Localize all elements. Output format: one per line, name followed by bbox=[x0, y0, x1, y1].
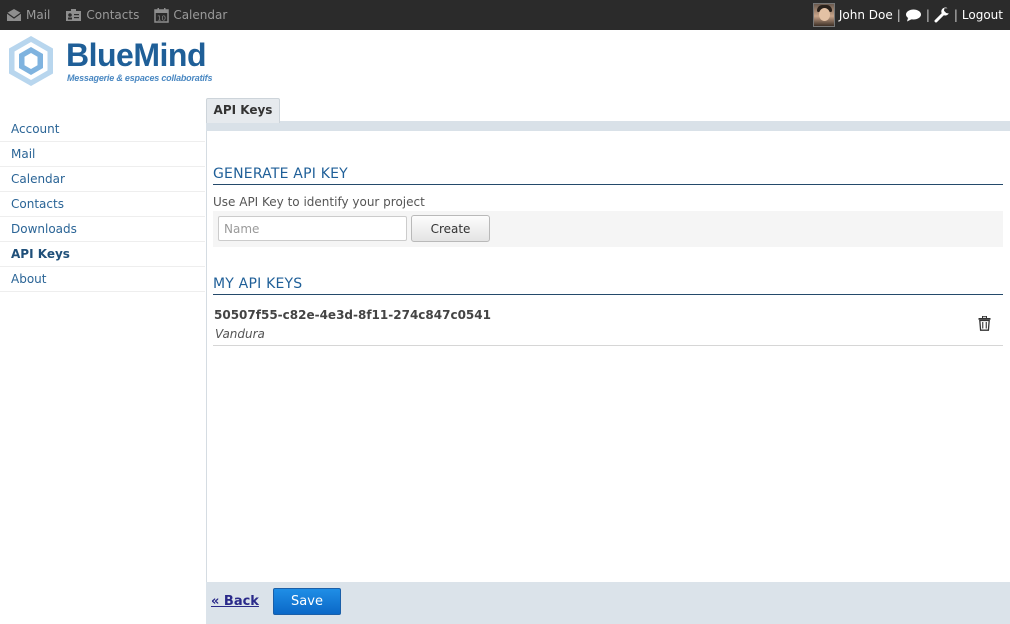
sidebar-item-calendar[interactable]: Calendar bbox=[0, 167, 205, 192]
app-nav-mail[interactable]: Mail bbox=[6, 8, 50, 22]
api-key-value: 50507f55-c82e-4e3d-8f11-274c847c0541 bbox=[214, 308, 491, 322]
hexagon-logo-icon bbox=[9, 36, 53, 86]
sidebar-item-downloads[interactable]: Downloads bbox=[0, 217, 205, 242]
divider bbox=[213, 184, 1003, 185]
generate-form: Create bbox=[213, 211, 1003, 247]
avatar[interactable] bbox=[812, 3, 835, 27]
generate-section-title: GENERATE API KEY bbox=[213, 166, 348, 182]
list-item: 50507f55-c82e-4e3d-8f11-274c847c0541 Van… bbox=[213, 304, 1003, 346]
app-nav-contacts-label: Contacts bbox=[86, 8, 140, 22]
bluemind-logo[interactable]: BlueMind Messagerie & espaces collaborat… bbox=[4, 34, 214, 88]
tab-api-keys[interactable]: API Keys bbox=[206, 98, 280, 123]
user-menu: John Doe | | | Logout bbox=[812, 0, 1003, 30]
sidebar-item-about[interactable]: About bbox=[0, 267, 205, 292]
sidebar-item-account[interactable]: Account bbox=[0, 117, 205, 142]
api-keys-panel: GENERATE API KEY Use API Key to identify… bbox=[206, 131, 1010, 582]
trash-icon[interactable] bbox=[978, 316, 991, 331]
sidebar-item-contacts[interactable]: Contacts bbox=[0, 192, 205, 217]
app-nav-contacts[interactable]: Contacts bbox=[65, 8, 139, 22]
logo-title: BlueMind bbox=[66, 37, 206, 73]
sidebar-item-mail[interactable]: Mail bbox=[0, 142, 205, 167]
footer-bar: « Back Save bbox=[206, 582, 1010, 624]
back-link[interactable]: « Back bbox=[211, 594, 259, 609]
logout-link[interactable]: Logout bbox=[962, 8, 1003, 22]
logo-subtitle: Messagerie & espaces collaboratifs bbox=[67, 73, 213, 83]
save-button[interactable]: Save bbox=[273, 588, 341, 615]
app-nav-calendar-label: Calendar bbox=[173, 8, 228, 22]
settings-sidebar: Account Mail Calendar Contacts Downloads… bbox=[0, 117, 205, 292]
separator: | bbox=[925, 8, 930, 22]
separator: | bbox=[953, 8, 958, 22]
contacts-icon bbox=[66, 9, 82, 21]
generate-description: Use API Key to identify your project bbox=[213, 195, 425, 209]
calendar-icon: 10 bbox=[154, 8, 170, 23]
app-nav-mail-label: Mail bbox=[26, 8, 51, 22]
app-nav: Mail Contacts 10 Calendar bbox=[6, 0, 242, 30]
tab-strip bbox=[206, 121, 1010, 131]
svg-text:10: 10 bbox=[157, 15, 166, 23]
sidebar-item-api-keys[interactable]: API Keys bbox=[0, 242, 205, 267]
user-name[interactable]: John Doe bbox=[839, 8, 893, 22]
app-nav-calendar[interactable]: 10 Calendar bbox=[154, 7, 227, 23]
create-button[interactable]: Create bbox=[411, 215, 490, 242]
top-bar: Mail Contacts 10 Calendar John Doe | | |… bbox=[0, 0, 1010, 30]
separator: | bbox=[896, 8, 901, 22]
chat-icon[interactable] bbox=[905, 8, 922, 22]
wrench-icon[interactable] bbox=[934, 7, 950, 23]
api-key-name: Vandura bbox=[215, 327, 265, 341]
divider bbox=[213, 294, 1003, 295]
api-key-name-input[interactable] bbox=[218, 216, 407, 241]
mail-icon bbox=[6, 9, 22, 21]
tab-bar: API Keys bbox=[206, 98, 1010, 131]
my-keys-section-title: MY API KEYS bbox=[213, 276, 303, 292]
